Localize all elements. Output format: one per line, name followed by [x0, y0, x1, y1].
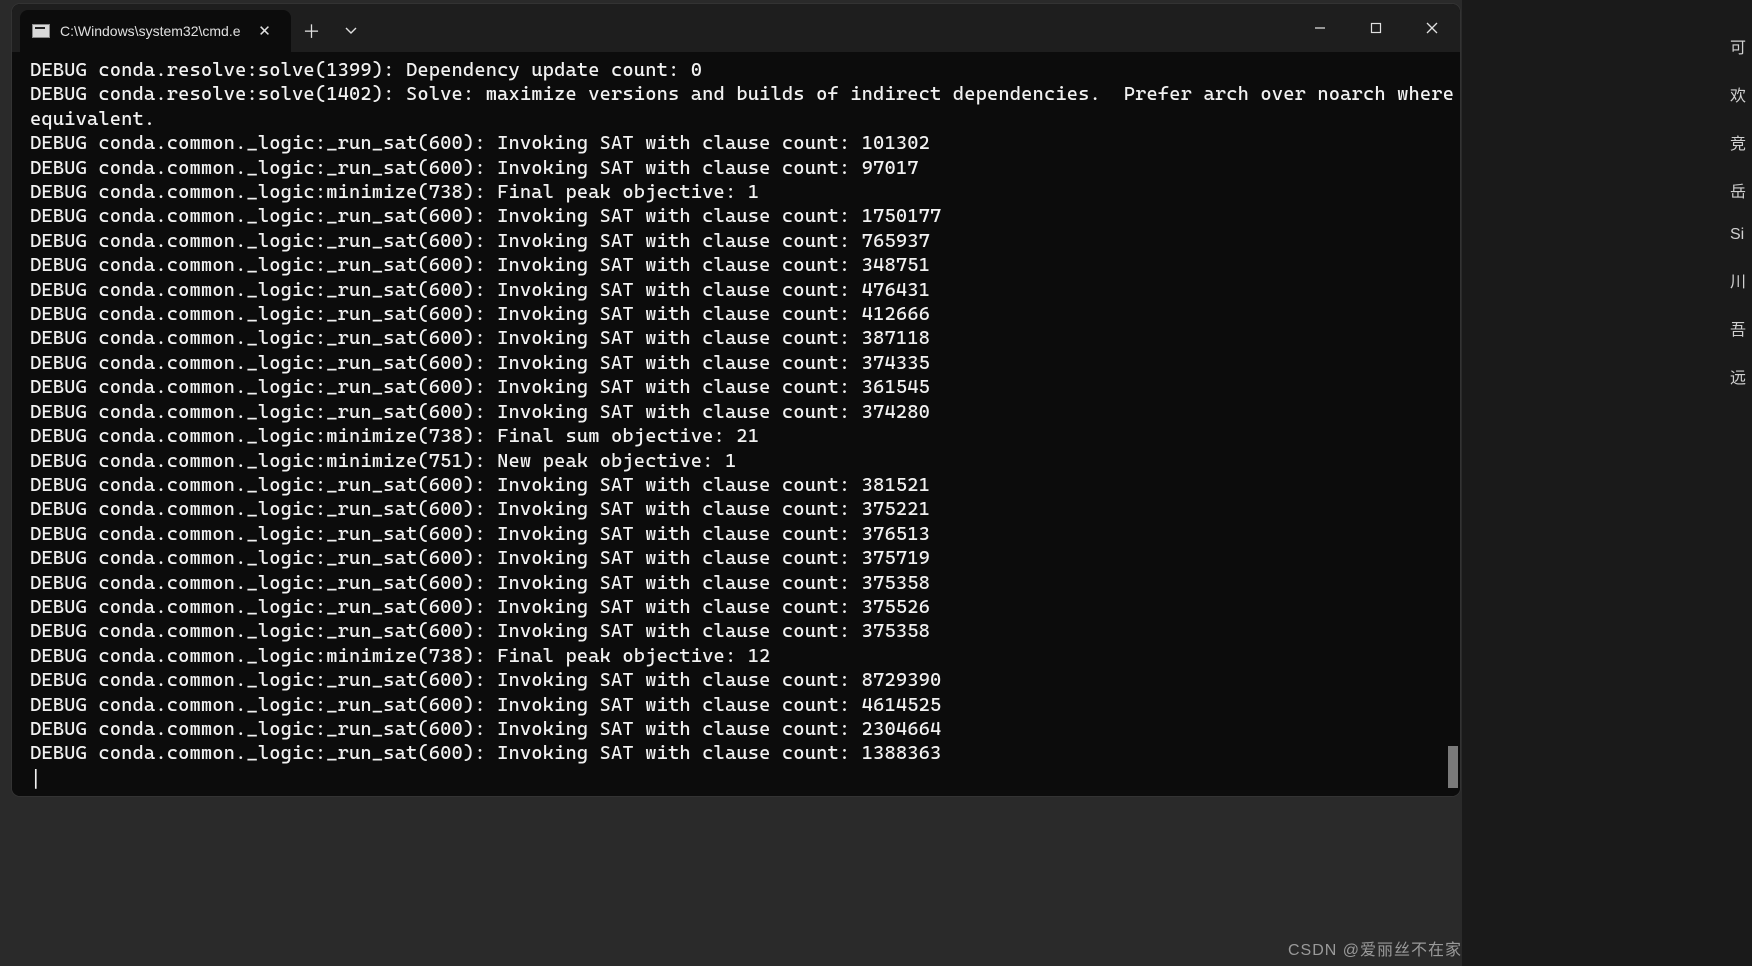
close-icon — [1426, 22, 1438, 34]
sidebar-strip-item[interactable]: 可 — [1730, 34, 1746, 58]
sidebar-strip-item[interactable]: 吾 — [1730, 316, 1746, 340]
minimize-button[interactable] — [1292, 4, 1348, 52]
maximize-button[interactable] — [1348, 4, 1404, 52]
titlebar[interactable]: C:\Windows\system32\cmd.e ✕ ＋ — [12, 4, 1460, 52]
right-sidebar-strip: 可欢竞岳 Si 川吾远 — [1462, 0, 1752, 966]
sidebar-strip-item[interactable]: 岳 — [1730, 178, 1746, 202]
watermark-text: CSDN @爱丽丝不在家 — [1288, 936, 1462, 960]
scrollbar-track[interactable] — [1446, 54, 1458, 792]
sidebar-strip-item[interactable]: 川 — [1730, 268, 1746, 292]
new-tab-button[interactable]: ＋ — [291, 10, 333, 52]
sidebar-strip-item[interactable]: Si — [1730, 226, 1746, 244]
tab-title: C:\Windows\system32\cmd.e — [60, 23, 241, 39]
tab-active[interactable]: C:\Windows\system32\cmd.e ✕ — [20, 10, 291, 52]
scrollbar-thumb[interactable] — [1448, 746, 1458, 788]
cmd-icon — [32, 24, 50, 38]
chevron-down-icon — [345, 25, 357, 37]
sidebar-strip-item[interactable]: 欢 — [1730, 82, 1746, 106]
sidebar-strip-item[interactable]: 竞 — [1730, 130, 1746, 154]
window-controls — [1292, 4, 1460, 52]
terminal-cursor: | — [30, 766, 1456, 790]
titlebar-drag-area[interactable] — [369, 4, 1293, 52]
maximize-icon — [1370, 22, 1382, 34]
tab-close-button[interactable]: ✕ — [251, 17, 279, 45]
terminal-output: DEBUG conda.resolve:solve(1399): Depende… — [30, 58, 1456, 766]
minimize-icon — [1314, 22, 1326, 34]
terminal-window: C:\Windows\system32\cmd.e ✕ ＋ DEBUG cond… — [12, 4, 1460, 796]
sidebar-strip-item[interactable]: 远 — [1730, 364, 1746, 388]
tab-dropdown-button[interactable] — [333, 10, 369, 52]
close-window-button[interactable] — [1404, 4, 1460, 52]
terminal-body[interactable]: DEBUG conda.resolve:solve(1399): Depende… — [12, 52, 1460, 796]
